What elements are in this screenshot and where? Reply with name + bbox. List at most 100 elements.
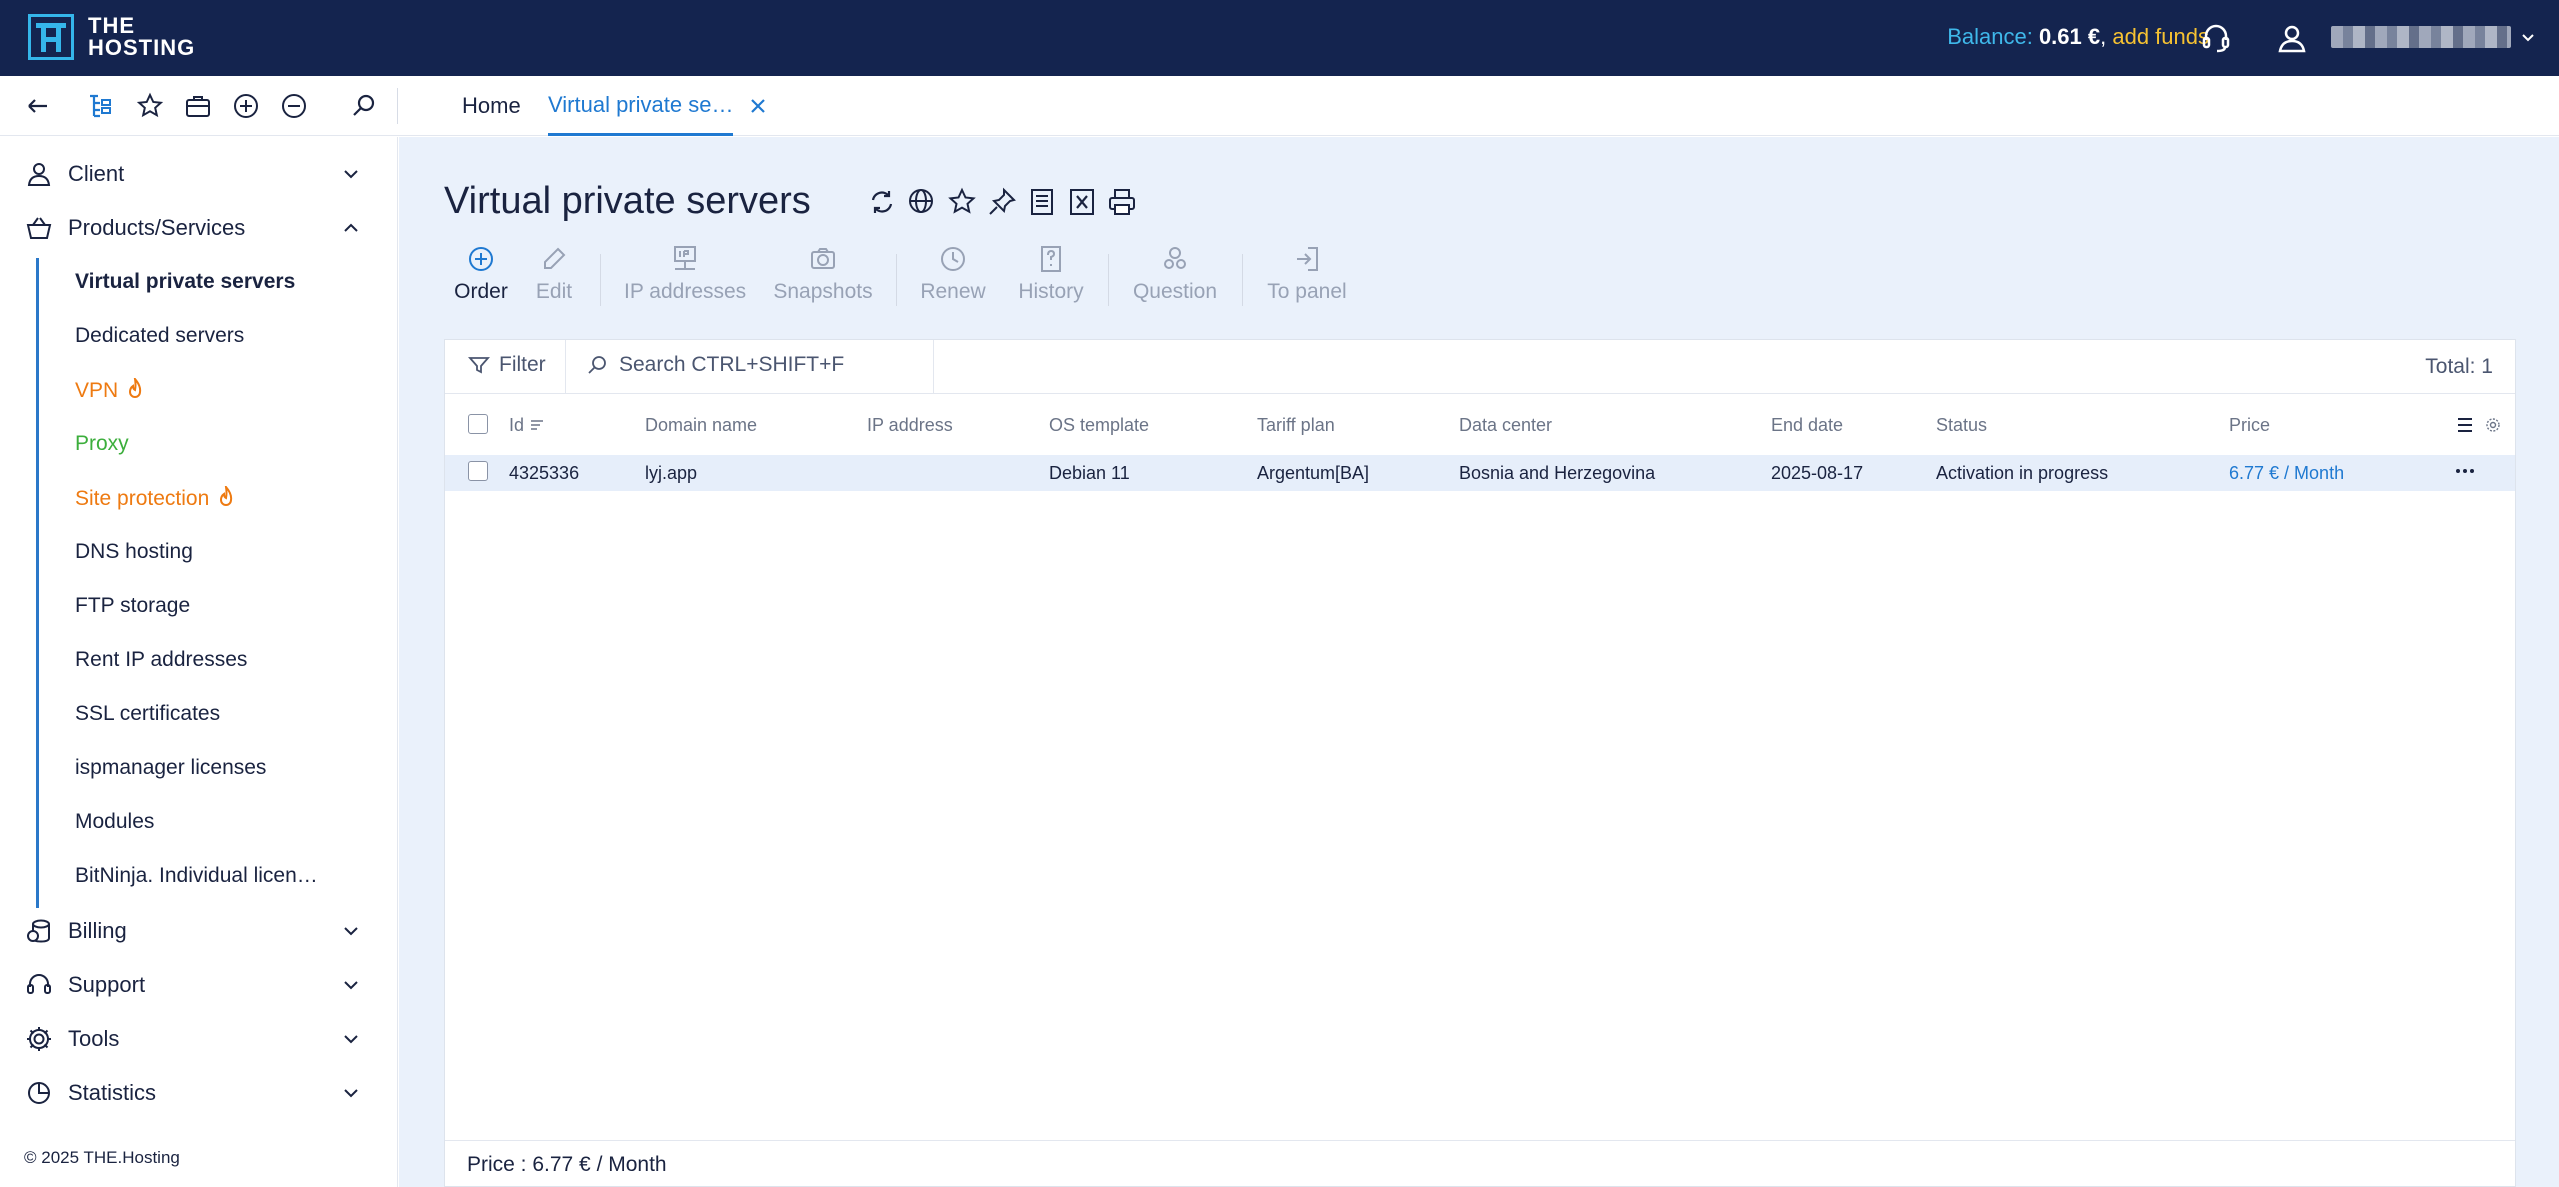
refresh-icon[interactable] <box>866 186 898 218</box>
chevron-down-icon <box>344 981 358 990</box>
plus-circle-icon <box>469 247 493 271</box>
sort-icon <box>531 420 544 430</box>
renew-button[interactable]: Renew <box>918 244 988 316</box>
sidebar-item-ispmanager-licenses[interactable]: ispmanager licenses <box>75 756 266 780</box>
history-button[interactable]: History <box>1014 244 1088 316</box>
brand-name-line1: THE <box>88 13 135 38</box>
basket-icon <box>26 217 52 239</box>
tab-home[interactable]: Home <box>462 76 521 136</box>
sidebar-group-client[interactable]: Client <box>0 149 397 199</box>
sidebar-group-label: Billing <box>68 918 127 943</box>
sidebar-group-label: Tools <box>68 1026 120 1051</box>
briefcase-icon[interactable] <box>182 90 214 122</box>
column-tariff-plan[interactable]: Tariff plan <box>1257 415 1335 436</box>
balance-label: Balance: <box>1947 24 2033 49</box>
sidebar-group-support[interactable]: Support <box>0 960 397 1010</box>
snapshots-button[interactable]: Snapshots <box>772 244 874 316</box>
sidebar-item-dns-hosting[interactable]: DNS hosting <box>75 540 193 564</box>
sidebar-group-label: Products/Services <box>68 215 246 240</box>
sidebar-item-ssl-certificates[interactable]: SSL certificates <box>75 702 220 726</box>
sidebar-group-label: Statistics <box>68 1080 157 1105</box>
chevron-down-icon[interactable] <box>2519 28 2537 46</box>
brand-name-line2: HOSTING <box>88 35 196 60</box>
star-icon[interactable] <box>134 90 166 122</box>
cell-status: Activation in progress <box>1936 463 2109 483</box>
sidebar-item-label: Site protection <box>75 487 210 510</box>
sidebar-group-products-services[interactable]: Products/Services <box>0 203 397 253</box>
to-panel-button[interactable]: To panel <box>1266 244 1348 316</box>
chevron-down-icon <box>344 1035 358 1044</box>
pin-icon[interactable] <box>986 186 1018 218</box>
sidebar-group-billing[interactable]: Billing <box>0 906 397 956</box>
document-list-icon[interactable] <box>1026 186 1058 218</box>
clock-icon <box>941 247 965 271</box>
column-id[interactable]: Id <box>509 415 545 436</box>
username-redacted[interactable] <box>2331 26 2511 48</box>
column-ip-address[interactable]: IP address <box>867 415 953 436</box>
sidebar-item-site-protection[interactable]: Site protection <box>75 486 235 511</box>
excel-export-icon[interactable] <box>1066 186 1098 218</box>
table-search[interactable]: Search CTRL+SHIFT+F <box>585 353 844 377</box>
action-label: Edit <box>535 280 573 303</box>
column-end-date[interactable]: End date <box>1771 415 1843 436</box>
sidebar-item-ftp-storage[interactable]: FTP storage <box>75 594 190 618</box>
column-os-template[interactable]: OS template <box>1049 415 1149 436</box>
column-status[interactable]: Status <box>1936 415 1987 436</box>
sidebar-item-bitninja[interactable]: BitNinja. Individual licen… <box>75 864 318 888</box>
ip-addresses-button[interactable]: IP addresses <box>624 244 746 316</box>
filter-separator <box>565 340 566 394</box>
chevron-down-icon <box>344 1089 358 1098</box>
sidebar-group-tools[interactable]: Tools <box>0 1014 397 1064</box>
gear-icon <box>27 1027 51 1051</box>
sidebar-item-proxy[interactable]: Proxy <box>75 432 129 456</box>
star-icon[interactable] <box>946 186 978 218</box>
headset-icon[interactable] <box>2198 20 2234 56</box>
sidebar-item-vpn[interactable]: VPN <box>75 378 144 403</box>
sidebar-item-rent-ip-addresses[interactable]: Rent IP addresses <box>75 648 247 672</box>
column-price[interactable]: Price <box>2229 415 2270 436</box>
brand-logo[interactable]: THE HOSTING <box>28 14 195 60</box>
more-icon[interactable] <box>2453 461 2477 481</box>
back-icon[interactable] <box>22 90 54 122</box>
filter-button[interactable]: Filter <box>467 353 546 377</box>
sidebar-group-label: Client <box>68 161 125 186</box>
tab-virtual-private-servers[interactable]: Virtual private se… <box>548 76 734 136</box>
row-checkbox[interactable] <box>468 461 488 481</box>
filter-bar: Filter Search CTRL+SHIFT+F Total: 1 <box>445 340 2515 394</box>
tree-icon[interactable] <box>84 90 116 122</box>
globe-icon[interactable] <box>906 186 938 218</box>
footer-price: Price : 6.77 € / Month <box>467 1153 667 1176</box>
action-label: Question <box>1132 280 1218 303</box>
minus-circle-icon[interactable] <box>278 90 310 122</box>
page-title: Virtual private servers <box>444 180 811 222</box>
action-label: To panel <box>1267 280 1347 303</box>
question-button[interactable]: Question <box>1130 244 1220 316</box>
table-row[interactable]: 4325336 lyj.app Debian 11 Argentum[BA] B… <box>445 455 2515 491</box>
action-separator <box>1242 254 1243 306</box>
filter-icon <box>468 357 490 374</box>
column-domain-name[interactable]: Domain name <box>645 415 757 436</box>
chevron-up-icon <box>344 223 358 232</box>
order-button[interactable]: Order <box>452 244 510 316</box>
sidebar-item-dedicated-servers[interactable]: Dedicated servers <box>75 324 244 348</box>
cell-price[interactable]: 6.77 € / Month <box>2229 463 2344 484</box>
close-icon[interactable] <box>746 94 770 118</box>
plus-circle-icon[interactable] <box>230 90 262 122</box>
select-all-checkbox[interactable] <box>468 414 488 434</box>
gear-icon[interactable] <box>2485 417 2501 433</box>
action-separator <box>600 254 601 306</box>
column-data-center[interactable]: Data center <box>1459 415 1552 436</box>
user-icon[interactable] <box>2274 20 2310 56</box>
edit-button[interactable]: Edit <box>532 244 576 316</box>
total-count: Total: 1 <box>2425 355 2493 378</box>
print-icon[interactable] <box>1106 186 1138 218</box>
column-menu-icon[interactable] <box>2455 415 2475 435</box>
add-funds-link[interactable]: add funds <box>2112 24 2209 49</box>
search-icon[interactable] <box>348 90 380 122</box>
submenu-indicator <box>36 258 39 908</box>
sidebar-item-virtual-private-servers[interactable]: Virtual private servers <box>75 270 295 294</box>
sidebar-item-modules[interactable]: Modules <box>75 810 154 834</box>
ip-icon <box>674 246 696 270</box>
sidebar-item-label: VPN <box>75 379 119 402</box>
sidebar-group-statistics[interactable]: Statistics <box>0 1068 397 1118</box>
